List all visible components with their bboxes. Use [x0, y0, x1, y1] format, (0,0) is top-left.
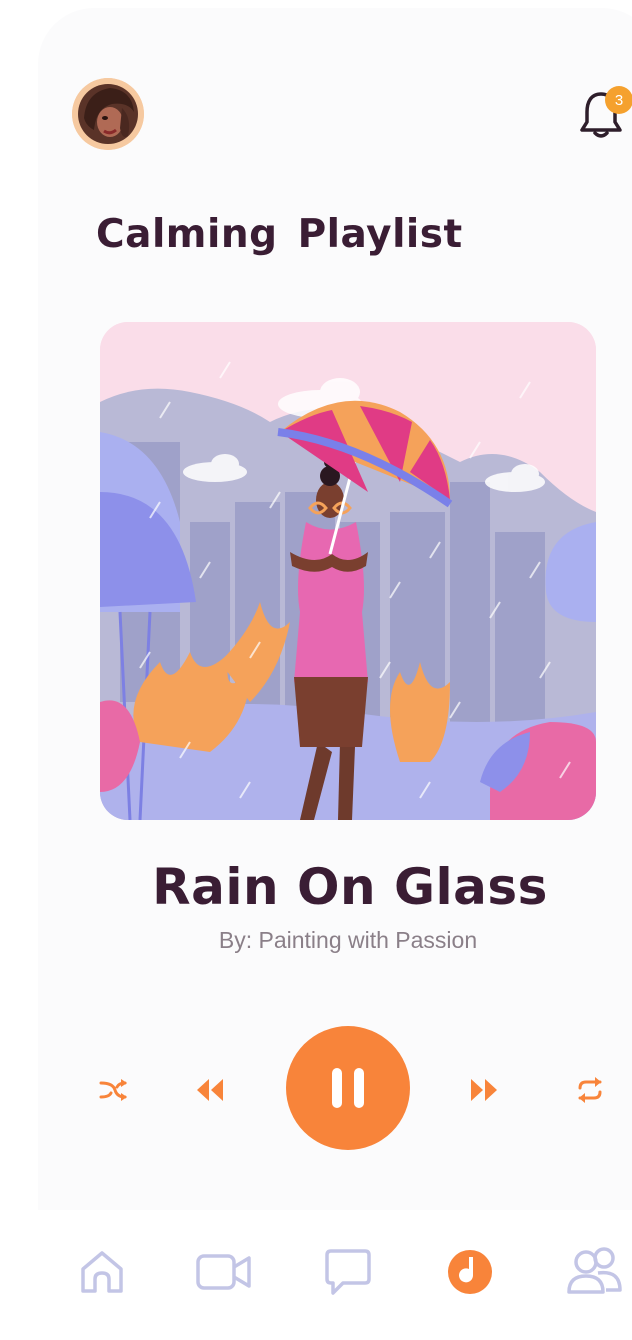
- video-camera-icon: [196, 1254, 251, 1290]
- music-disc-icon: [448, 1250, 492, 1294]
- nav-video[interactable]: [194, 1244, 254, 1300]
- shuffle-icon: [99, 1079, 127, 1101]
- fast-forward-icon: [471, 1079, 497, 1101]
- repeat-button[interactable]: [570, 1070, 610, 1110]
- nav-home[interactable]: [74, 1244, 130, 1300]
- pause-icon: [332, 1068, 364, 1108]
- nav-music[interactable]: [444, 1246, 496, 1298]
- nav-chat[interactable]: [320, 1244, 376, 1300]
- nav-community[interactable]: [564, 1242, 624, 1302]
- rewind-icon: [197, 1079, 223, 1101]
- chat-bubble-icon: [325, 1249, 371, 1295]
- play-pause-button[interactable]: [286, 1026, 410, 1150]
- notification-count-badge: 3: [605, 86, 632, 114]
- users-icon: [567, 1247, 622, 1294]
- home-icon: [81, 1251, 123, 1293]
- user-avatar[interactable]: [72, 78, 144, 150]
- fast-forward-button[interactable]: [464, 1070, 504, 1110]
- bottom-navigation: [38, 1210, 632, 1340]
- playlist-title: Calming Playlist: [96, 212, 463, 257]
- album-artwork: [100, 322, 596, 820]
- song-title: Rain On Glass: [152, 858, 548, 916]
- song-artist: By: Painting with Passion: [218, 927, 478, 953]
- shuffle-button[interactable]: [94, 1070, 134, 1110]
- rewind-button[interactable]: [190, 1070, 230, 1110]
- repeat-icon: [578, 1077, 602, 1103]
- woman-with-umbrella-illustration: [100, 322, 596, 820]
